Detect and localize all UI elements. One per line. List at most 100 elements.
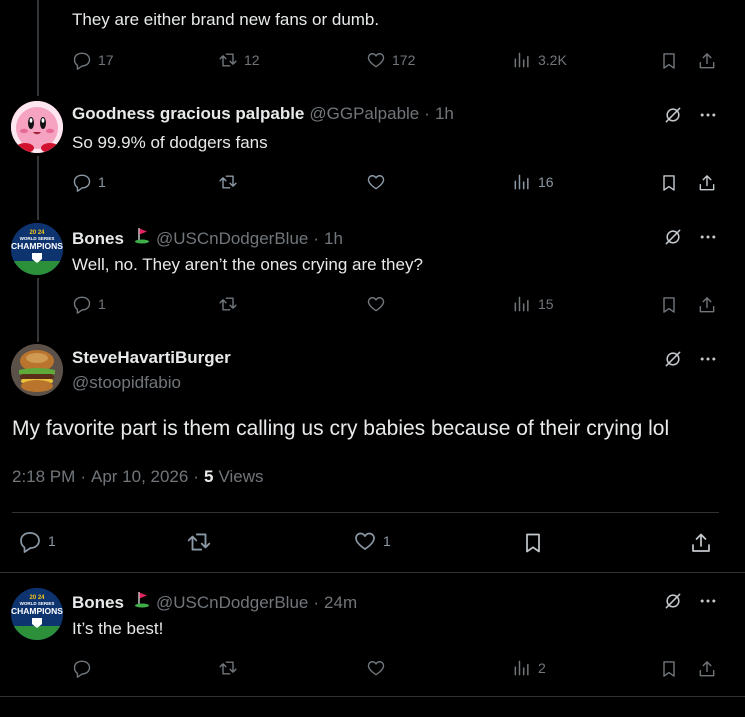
display-name[interactable]: Bones	[72, 229, 124, 249]
more-button[interactable]	[697, 226, 719, 248]
like-count: 1	[383, 533, 391, 549]
tweet-date[interactable]: Apr 10, 2026	[91, 467, 188, 487]
kirby-avatar-image	[11, 101, 63, 153]
grok-icon	[665, 107, 681, 123]
display-name[interactable]: Bones	[72, 593, 124, 613]
like-button[interactable]	[366, 172, 386, 192]
bookmark-icon	[663, 661, 675, 677]
bookmark-icon	[663, 297, 675, 313]
more-button[interactable]	[697, 590, 719, 612]
reply-icon	[73, 296, 91, 314]
share-button[interactable]	[688, 530, 714, 556]
more-button[interactable]	[697, 104, 719, 126]
handle[interactable]: @GGPalpable	[309, 104, 419, 124]
grok-icon	[665, 593, 681, 609]
retweet-button[interactable]: 12	[218, 50, 260, 70]
grok-icon	[665, 229, 681, 245]
thread-line	[37, 156, 39, 220]
retweet-icon	[219, 297, 237, 311]
bookmark-icon	[663, 175, 675, 191]
heart-icon	[355, 532, 375, 550]
views-button[interactable]: 16	[512, 172, 554, 192]
retweet-button[interactable]	[218, 294, 238, 314]
share-button[interactable]	[696, 172, 718, 194]
tweet-time[interactable]: 2:18 PM	[12, 467, 75, 487]
divider	[0, 696, 745, 697]
bookmark-button[interactable]	[658, 658, 680, 680]
more-icon	[700, 235, 716, 239]
retweet-button[interactable]	[218, 172, 238, 192]
separator-dot: ·	[424, 104, 430, 123]
separator-dot: ·	[80, 467, 86, 486]
share-button[interactable]	[696, 658, 718, 680]
separator-dot: ·	[313, 593, 320, 612]
reply-button[interactable]: 17	[72, 50, 114, 70]
reply-button[interactable]	[72, 658, 92, 678]
display-name[interactable]: SteveHavartiBurger	[72, 348, 231, 368]
divider	[0, 572, 745, 573]
grok-button[interactable]	[662, 226, 684, 248]
bookmark-button[interactable]	[658, 294, 680, 316]
handle[interactable]: @USCnDodgerBlue	[156, 593, 308, 613]
separator-dot: ·	[193, 467, 200, 486]
avatar[interactable]	[11, 344, 63, 396]
reply-icon	[73, 660, 91, 678]
tweet-text: Well, no. They aren’t the ones crying ar…	[72, 255, 423, 274]
like-button[interactable]: 172	[366, 50, 415, 70]
retweet-icon	[219, 53, 237, 67]
views-button[interactable]: 2	[512, 658, 546, 678]
share-icon	[699, 297, 715, 313]
tweet-text: It’s the best!	[72, 619, 164, 638]
heart-icon	[367, 53, 385, 68]
views-label: Views	[218, 467, 264, 486]
grok-button[interactable]	[662, 348, 684, 370]
more-icon	[700, 357, 716, 361]
reply-count: 17	[98, 52, 114, 68]
avatar[interactable]	[11, 101, 63, 153]
reply-button[interactable]: 1	[72, 294, 106, 314]
reply-button[interactable]: 1	[72, 172, 106, 192]
share-button[interactable]	[696, 50, 718, 72]
bookmark-button[interactable]	[658, 172, 680, 194]
reply-count: 1	[98, 296, 106, 312]
bookmark-button[interactable]	[520, 530, 546, 556]
display-name[interactable]: Goodness gracious palpable	[72, 104, 304, 124]
more-icon	[700, 113, 716, 117]
views-count: 15	[538, 296, 554, 312]
retweet-button[interactable]	[186, 529, 212, 555]
grok-button[interactable]	[662, 104, 684, 126]
retweet-count: 12	[244, 52, 260, 68]
share-icon	[692, 533, 710, 552]
action-bar-top-divider	[12, 512, 719, 513]
heart-icon	[367, 661, 385, 676]
reply-icon	[73, 52, 91, 70]
handle[interactable]: @USCnDodgerBlue	[156, 229, 308, 249]
heart-icon	[367, 297, 385, 312]
like-button[interactable]	[366, 294, 386, 314]
handle[interactable]: @stoopidfabio	[72, 373, 181, 393]
views-button[interactable]: 15	[512, 294, 554, 314]
tweet-text: They are either brand new fans or dumb.	[72, 10, 380, 29]
reply-count: 1	[48, 533, 56, 549]
retweet-icon	[187, 533, 211, 551]
share-button[interactable]	[696, 294, 718, 316]
avatar[interactable]: 20 24 WORLD SERIES CHAMPIONS	[11, 223, 63, 275]
timestamp[interactable]: 1h	[435, 104, 454, 124]
more-button[interactable]	[697, 348, 719, 370]
timestamp[interactable]: 1h	[324, 229, 343, 249]
grok-button[interactable]	[662, 590, 684, 612]
views-button[interactable]: 3.2K	[512, 50, 567, 70]
reply-button[interactable]: 1	[18, 529, 56, 553]
main-tweet-text: My favorite part is them calling us cry …	[12, 417, 670, 440]
svg-text:CHAMPIONS: CHAMPIONS	[11, 606, 63, 616]
retweet-icon	[219, 661, 237, 675]
like-button[interactable]	[366, 658, 386, 678]
timestamp[interactable]: 24m	[324, 593, 357, 613]
bookmark-button[interactable]	[658, 50, 680, 72]
like-button[interactable]: 1	[353, 529, 391, 553]
retweet-button[interactable]	[218, 658, 238, 678]
avatar[interactable]: 20 24 WORLD SERIES CHAMPIONS	[11, 588, 63, 640]
bookmark-icon	[526, 533, 540, 553]
reply-icon	[73, 174, 91, 192]
thread-line	[37, 0, 39, 96]
